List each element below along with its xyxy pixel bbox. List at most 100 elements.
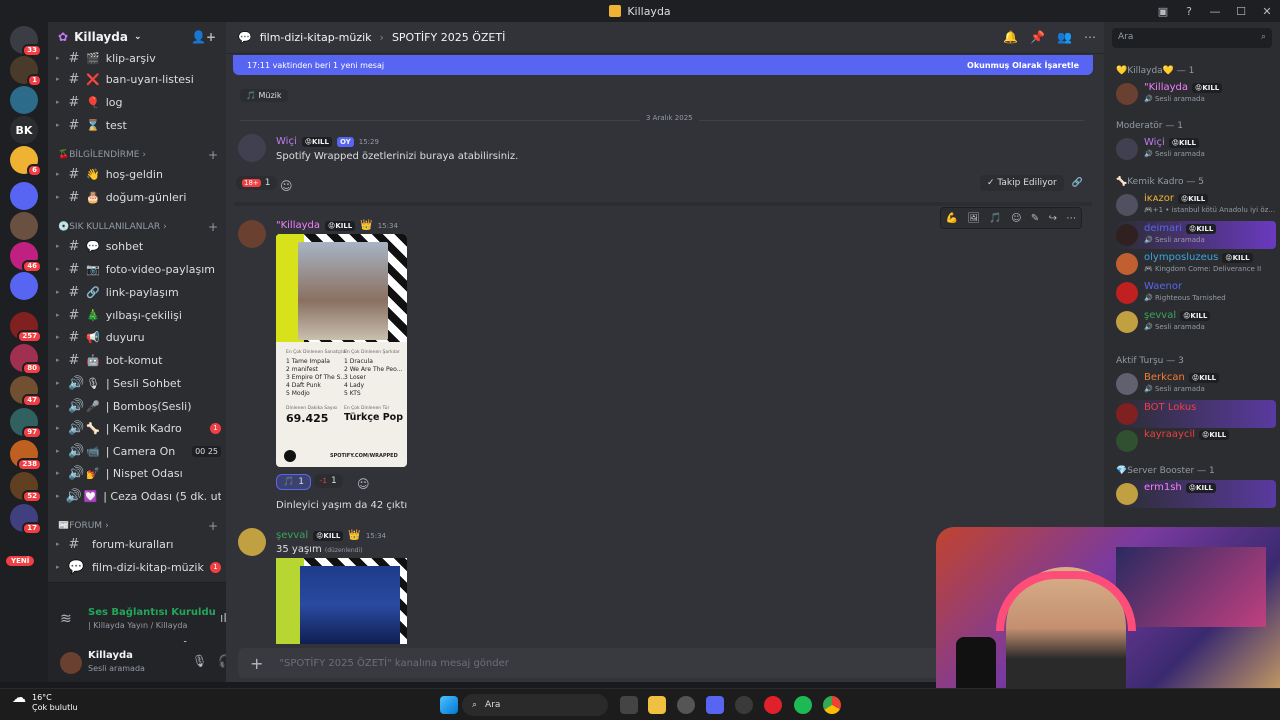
add-channel-icon[interactable]: + xyxy=(208,220,218,234)
reaction-shortcut-icon[interactable]: 💪 xyxy=(946,213,958,224)
spotify-app-icon[interactable] xyxy=(794,696,812,714)
member-item[interactable]: Berkcan 😡KILL 🔊 Sesli aramada xyxy=(1114,370,1276,398)
mark-as-read-button[interactable]: Okunmuş Olarak İşaretle xyxy=(967,61,1079,70)
invite-icon[interactable]: 👤+ xyxy=(191,30,216,44)
server-icon[interactable]: 52 xyxy=(10,472,42,503)
forum-tag[interactable]: 🎵 Müzik xyxy=(240,89,288,102)
link-icon[interactable]: 🔗 xyxy=(1072,178,1083,188)
app-icon[interactable] xyxy=(735,696,753,714)
add-channel-icon[interactable]: + xyxy=(208,519,218,533)
bell-icon[interactable]: 🔔 xyxy=(1003,30,1018,44)
chrome-app-icon[interactable] xyxy=(823,696,841,714)
wrapped-image[interactable] xyxy=(276,558,407,644)
add-reaction-icon[interactable]: ☺ xyxy=(1011,213,1021,224)
maximize-button[interactable]: ☐ xyxy=(1228,5,1254,18)
server-icon[interactable]: BK xyxy=(10,116,38,144)
server-icon[interactable]: 17 xyxy=(10,504,42,535)
channel-item[interactable]: ▸ 🔊 🎤 | Bomboş(Sesli) xyxy=(56,396,221,416)
server-icon[interactable]: 1 xyxy=(10,56,42,87)
member-item[interactable]: olymposluzeus 😡KILL 🎮 Kingdom Come: Delive… xyxy=(1114,250,1276,278)
server-icon[interactable]: 238 xyxy=(10,440,42,471)
channel-item[interactable]: ▸ # 🔗 link-paylaşım xyxy=(56,282,221,302)
server-icon[interactable]: 33 xyxy=(10,26,42,57)
new-messages-bar[interactable]: 17:11 vaktinden beri 1 yeni mesaj Okunmu… xyxy=(233,55,1093,75)
category-header[interactable]: 📰FORUM › + xyxy=(58,519,218,533)
help-icon[interactable]: ? xyxy=(1176,5,1202,18)
task-view-icon[interactable] xyxy=(620,696,638,714)
channel-item[interactable]: ▸ # forum-kuralları xyxy=(56,534,221,554)
channel-item[interactable]: ▸ # ❌ ban-uyarı-listesi xyxy=(56,69,221,89)
reaction[interactable]: 18+ 1 xyxy=(236,176,277,190)
reaction[interactable]: 🎵 1 xyxy=(276,474,311,490)
server-icon[interactable]: 47 xyxy=(10,376,42,407)
minimize-button[interactable]: — xyxy=(1202,5,1228,18)
member-item[interactable]: erm1sh 😡KILL xyxy=(1114,480,1276,508)
more-icon[interactable]: ⋯ xyxy=(1066,213,1076,224)
pin-icon[interactable]: 📌 xyxy=(1030,30,1045,44)
channel-item[interactable]: ▸ # 🎬 klip-arşiv xyxy=(56,48,221,68)
weather-widget[interactable]: ☁ 16°C Çok bulutlu xyxy=(12,691,78,713)
avatar[interactable] xyxy=(60,652,82,674)
breadcrumb-parent[interactable]: film-dizi-kitap-müzik xyxy=(260,31,372,44)
channel-item[interactable]: ▸ # 📷 foto-video-paylaşım xyxy=(56,259,221,279)
avatar[interactable] xyxy=(238,134,266,162)
avatar[interactable] xyxy=(238,528,266,556)
channel-item[interactable]: ▸ # 🎄 yılbaşı-çekilişi xyxy=(56,305,221,325)
server-icon[interactable]: 80 xyxy=(10,344,42,375)
server-icon[interactable]: 6 xyxy=(10,146,42,177)
mic-icon[interactable]: 🎙 xyxy=(192,654,207,668)
channel-item[interactable]: ▸ 🔊 📹 | Camera On 00 25 xyxy=(56,441,221,461)
voice-channel[interactable]: | Killayda Yayın / Killayda xyxy=(88,621,187,630)
channel-item[interactable]: ▸ # 📢 duyuru xyxy=(56,327,221,347)
channel-item[interactable]: ▸ 🔊💟 | Ceza Odası (5 dk. utan... xyxy=(56,486,221,506)
settings-app-icon[interactable] xyxy=(677,696,695,714)
author-name[interactable]: şevval xyxy=(276,530,308,541)
reaction[interactable]: -1 1 xyxy=(314,474,343,488)
start-icon[interactable] xyxy=(440,696,458,714)
add-channel-icon[interactable]: + xyxy=(208,148,218,162)
channel-item[interactable]: ▸ # ⌛ test xyxy=(56,115,221,135)
channel-item[interactable]: ▸ # 🎈 log xyxy=(56,92,221,112)
server-icon[interactable]: 97 xyxy=(10,408,42,439)
reaction-shortcut-icon[interactable]: 🎵 xyxy=(989,213,1001,224)
reaction-shortcut-icon[interactable]: 🖼 xyxy=(967,213,980,224)
member-item[interactable]: Waenor 🔊 Righteous Tarnished xyxy=(1114,279,1276,307)
member-item[interactable]: kayraaycil 😡KILL xyxy=(1114,427,1276,455)
channel-item[interactable]: ▸ # 👋 hoş-geldin xyxy=(56,164,221,184)
server-icon[interactable] xyxy=(10,86,38,114)
channel-item[interactable]: ▸ 🔊 💅 | Nispet Odası xyxy=(56,463,221,483)
channel-item[interactable]: ▸ # 🎂 doğum-günleri xyxy=(56,187,221,207)
forward-icon[interactable]: ↪ xyxy=(1049,213,1057,224)
more-icon[interactable]: ⋯ xyxy=(1084,30,1096,44)
file-explorer-icon[interactable] xyxy=(648,696,666,714)
channel-item[interactable]: ▸ # 💬 sohbet xyxy=(56,236,221,256)
members-icon[interactable]: 👥 xyxy=(1057,30,1072,44)
channel-item[interactable]: ▸ 💬 film-dizi-kitap-müzik 1 xyxy=(56,557,221,577)
channel-item[interactable]: ▸ # 🤖 bot-komut xyxy=(56,350,221,370)
avatar[interactable] xyxy=(238,220,266,248)
edit-icon[interactable]: ✎ xyxy=(1031,213,1039,224)
author-name[interactable]: Wiçi xyxy=(276,136,297,147)
follow-button[interactable]: ✓ Takip Ediliyor xyxy=(980,175,1064,191)
author-name[interactable]: "Killayda xyxy=(276,220,320,231)
category-header[interactable]: 💿SIK KULLANILANLAR › + xyxy=(58,220,218,234)
taskbar-search[interactable]: ⌕ Ara xyxy=(462,694,608,716)
member-item[interactable]: iᴋᴀzor 😡KILL 🎮+1 • istanbul kötü Anadolu i… xyxy=(1114,191,1276,219)
close-button[interactable]: ✕ xyxy=(1254,5,1280,18)
search-input[interactable]: Ara ⌕ xyxy=(1112,28,1272,48)
plus-icon[interactable]: + xyxy=(250,654,263,673)
server-icon[interactable]: 46 xyxy=(10,242,42,273)
wrapped-image[interactable]: En Çok Dinlenen Sanatçılar En Çok Dinlen… xyxy=(276,234,407,467)
member-item[interactable]: BOT Lokus xyxy=(1114,400,1276,428)
category-header[interactable]: 🍒BİLGİLENDİRME › + xyxy=(58,148,218,162)
add-reaction-icon[interactable]: ☺ xyxy=(357,477,370,491)
member-item[interactable]: Wiçi 😡KILL 🔊 Sesli aramada xyxy=(1114,135,1276,163)
server-icon[interactable] xyxy=(10,182,38,210)
channel-item[interactable]: ▸ 🔊 🎙 | Sesli Sohbet xyxy=(56,373,221,393)
member-item[interactable]: "Killayda 😡KILL 🔊 Sesli aramada xyxy=(1114,80,1276,108)
server-icon[interactable] xyxy=(10,272,38,300)
add-reaction-icon[interactable]: ☺ xyxy=(280,179,293,193)
inbox-icon[interactable]: ▣ xyxy=(1150,5,1176,18)
server-icon[interactable] xyxy=(10,212,38,240)
member-item[interactable]: deimari 😡KILL 🔊 Sesli aramada xyxy=(1114,221,1276,249)
